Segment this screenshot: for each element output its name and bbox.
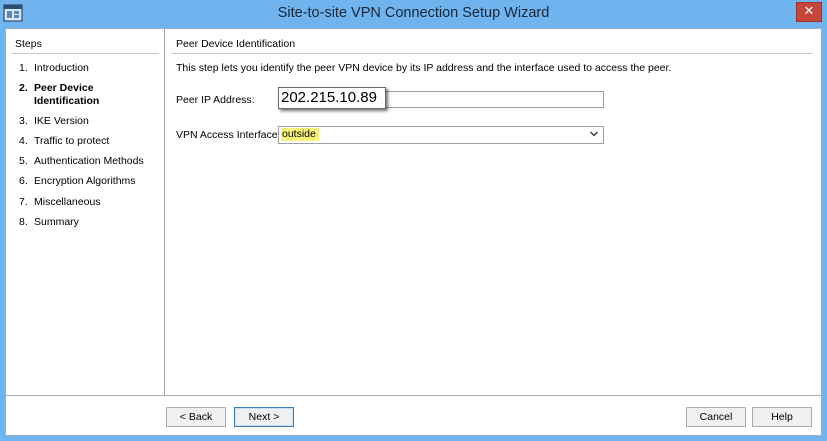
- step-label: Summary: [34, 216, 79, 228]
- divider: [11, 53, 159, 54]
- close-button[interactable]: ✕: [796, 2, 822, 22]
- peer-ip-value: 202.215.10.89: [278, 87, 386, 109]
- step-ike-version: 3. IKE Version: [19, 115, 154, 128]
- step-peer-device-identification: 2. Peer Device Identification: [19, 82, 122, 108]
- step-traffic-to-protect: 4. Traffic to protect: [19, 135, 154, 148]
- next-button[interactable]: Next >: [234, 407, 294, 427]
- title-bar[interactable]: Site-to-site VPN Connection Setup Wizard…: [0, 0, 827, 28]
- wizard-body: Steps 1. Introduction 2. Peer Device Ident…: [5, 28, 822, 436]
- chevron-down-icon[interactable]: [589, 129, 599, 139]
- step-label: Authentication Methods: [34, 155, 144, 167]
- step-label: Miscellaneous: [34, 196, 101, 208]
- step-authentication-methods: 5. Authentication Methods: [19, 155, 154, 168]
- help-button[interactable]: Help: [752, 407, 812, 427]
- steps-sidebar: Steps 1. Introduction 2. Peer Device Ident…: [6, 29, 165, 395]
- section-title: Peer Device Identification: [176, 38, 296, 50]
- step-number: 4.: [19, 135, 28, 147]
- window-title: Site-to-site VPN Connection Setup Wizard: [277, 5, 550, 21]
- interface-selected-value: outside: [281, 128, 319, 141]
- peer-ip-label: Peer IP Address:: [176, 94, 255, 106]
- step-number: 1.: [19, 62, 28, 74]
- step-number: 7.: [19, 196, 28, 208]
- step-number: 5.: [19, 155, 28, 167]
- step-label: Traffic to protect: [34, 135, 110, 147]
- step-miscellaneous: 7. Miscellaneous: [19, 196, 154, 209]
- step-encryption-algorithms: 6. Encryption Algorithms: [19, 175, 154, 188]
- back-button[interactable]: < Back: [166, 407, 226, 427]
- step-number: 2.: [19, 82, 28, 94]
- step-number: 3.: [19, 115, 28, 127]
- step-summary: 8. Summary: [19, 216, 154, 229]
- step-number: 8.: [19, 216, 28, 228]
- step-number: 6.: [19, 175, 28, 187]
- step-label: Introduction: [34, 62, 89, 74]
- step-label: Peer Device Identification: [34, 82, 100, 107]
- divider: [171, 53, 813, 54]
- wizard-window: Site-to-site VPN Connection Setup Wizard…: [0, 0, 827, 441]
- step-label: IKE Version: [34, 115, 89, 127]
- step-content: Peer Device Identification This step let…: [165, 29, 821, 395]
- vpn-access-interface-select[interactable]: outside: [278, 126, 604, 144]
- intro-text: This step lets you identify the peer VPN…: [176, 62, 672, 74]
- steps-title: Steps: [15, 38, 42, 50]
- cancel-button[interactable]: Cancel: [686, 407, 746, 427]
- step-label: Encryption Algorithms: [34, 175, 136, 187]
- vpn-access-interface-label: VPN Access Interface:: [176, 129, 281, 141]
- footer-divider: [6, 395, 821, 396]
- step-introduction: 1. Introduction: [19, 62, 154, 75]
